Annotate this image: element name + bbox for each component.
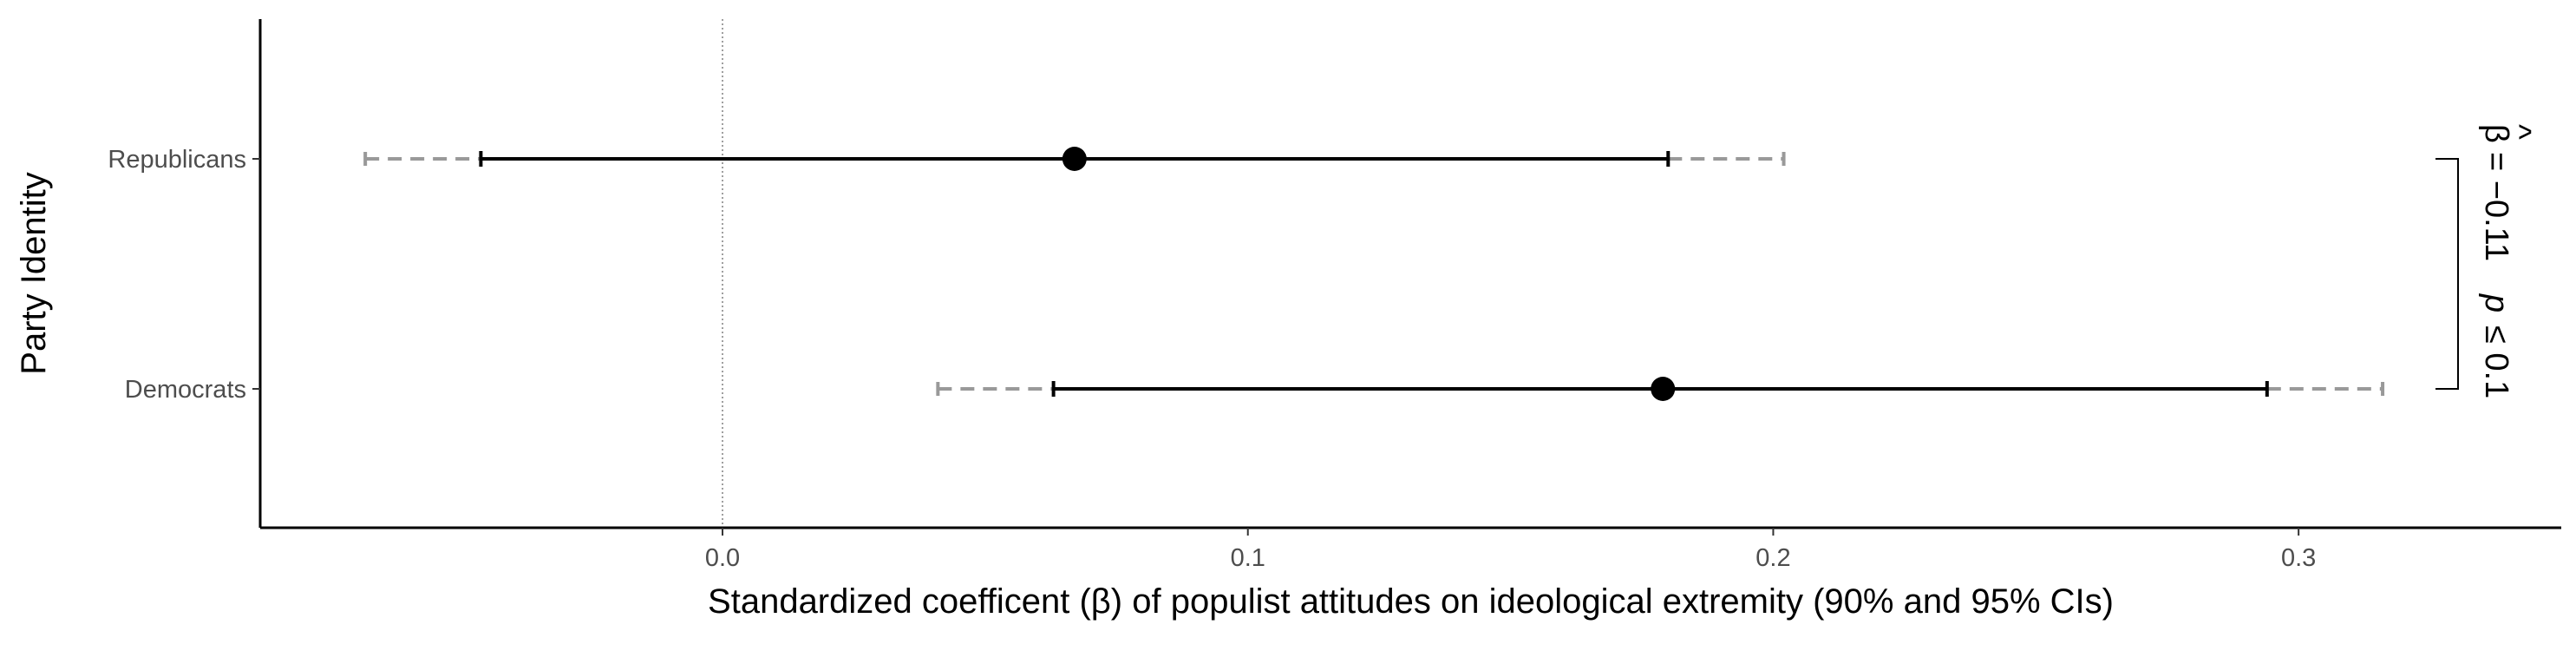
x-axis-title: Standardized coefficent (β) of populist … [708, 582, 2114, 621]
difference-annotation: ^ β = −0.11 p ≤ 0.1 [2478, 124, 2537, 398]
annotation-p-symbol: p [2478, 293, 2514, 312]
x-tick-label: 0.3 [2281, 544, 2316, 572]
comparison-bracket [2435, 158, 2459, 390]
point-estimate [1651, 377, 1676, 401]
plot-marks [363, 147, 2385, 401]
y-tick-label: Democrats [125, 376, 246, 404]
annotation-beta-hat: β [2478, 124, 2514, 143]
coefficient-plot: 0.0 0.1 0.2 0.3 Republicans Democrats Standa… [15, 19, 2561, 621]
x-axis-ticks: 0.0 0.1 0.2 0.3 [705, 528, 2316, 572]
x-tick-label: 0.1 [1231, 544, 1265, 572]
y-axis-ticks: Republicans Democrats [108, 146, 260, 404]
annotation-p-value: ≤ 0.1 [2478, 326, 2514, 398]
annotation-coefficient: = −0.11 [2478, 152, 2514, 261]
point-estimate [1062, 147, 1087, 171]
y-tick-label: Republicans [108, 146, 246, 174]
x-tick-label: 0.2 [1755, 544, 1790, 572]
x-tick-label: 0.0 [705, 544, 740, 572]
y-axis-title: Party Identity [15, 172, 53, 374]
